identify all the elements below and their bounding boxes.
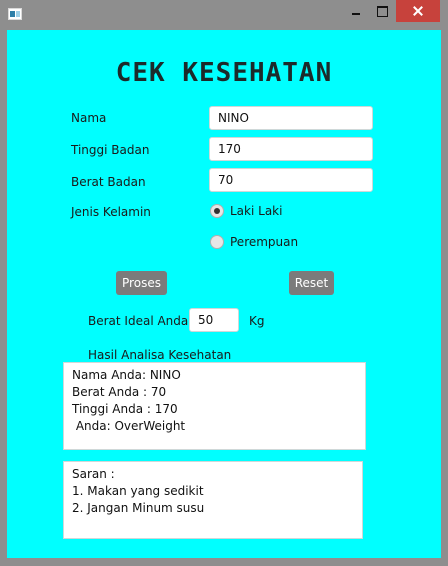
radio-checked-icon [210,204,224,218]
berat-badan-input[interactable]: 70 [209,168,373,192]
tinggi-badan-label: Tinggi Badan [71,143,150,157]
hasil-analisa-label: Hasil Analisa Kesehatan [88,348,232,362]
close-button[interactable] [396,0,440,22]
tinggi-badan-input[interactable]: 170 [209,137,373,161]
berat-ideal-unit: Kg [249,314,265,328]
analisa-line: Anda: OverWeight [72,419,186,433]
radio-laki-laki[interactable]: Laki Laki [210,204,282,218]
saran-line: 1. Makan yang sedikit [72,484,204,498]
nama-input[interactable]: NINO [209,106,373,130]
java-app-icon [8,8,22,20]
page-title: CEK KESEHATAN [115,58,333,88]
title-bar[interactable] [0,0,448,30]
saran-line: Saran : [72,467,115,481]
berat-ideal-output[interactable]: 50 [189,308,239,332]
app-window: CEK KESEHATAN Nama NINO Tinggi Badan 170… [0,0,448,566]
analisa-line: Berat Anda : 70 [72,385,167,399]
saran-textarea[interactable]: Saran : 1. Makan yang sedikit 2. Jangan … [63,461,363,539]
berat-ideal-label: Berat Ideal Anda [88,314,189,328]
minimize-button[interactable] [343,0,369,22]
proses-button[interactable]: Proses [116,271,167,295]
berat-badan-label: Berat Badan [71,175,146,189]
hasil-analisa-textarea[interactable]: Nama Anda: NINO Berat Anda : 70 Tinggi A… [63,362,366,450]
radio-perempuan-label: Perempuan [230,235,299,249]
saran-line: 2. Jangan Minum susu [72,501,205,515]
analisa-line: Tinggi Anda : 170 [72,402,178,416]
radio-unchecked-icon [210,235,224,249]
radio-laki-laki-label: Laki Laki [230,204,283,218]
radio-perempuan[interactable]: Perempuan [210,235,298,249]
nama-label: Nama [71,111,107,125]
jenis-kelamin-label: Jenis Kelamin [71,205,151,219]
analisa-line: Nama Anda: NINO [72,368,181,382]
form-panel: CEK KESEHATAN Nama NINO Tinggi Badan 170… [7,30,441,558]
reset-button[interactable]: Reset [289,271,334,295]
maximize-button[interactable] [369,0,395,22]
